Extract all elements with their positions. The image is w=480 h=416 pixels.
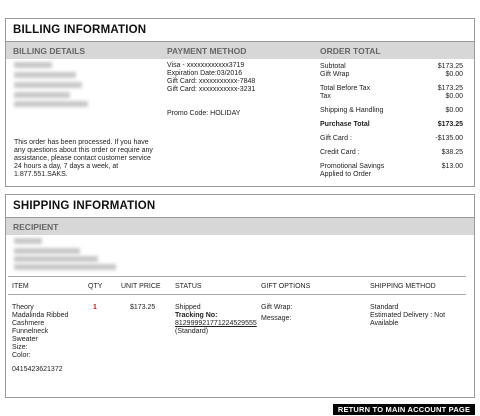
item-sku: 0415423621372 bbox=[12, 366, 63, 373]
giftcard-payment-value: -$135.00 bbox=[435, 135, 463, 142]
col-gift-options: GIFT OPTIONS bbox=[261, 283, 311, 290]
item-brand: Theory bbox=[12, 304, 34, 311]
col-unit-price: UNIT PRICE bbox=[121, 283, 161, 290]
order-notice-line: This order has been processed. If you ha… bbox=[14, 139, 149, 146]
col-status: STATUS bbox=[175, 283, 202, 290]
payment-giftcard-1: Gift Card: xxxxxxxxxxx-7848 bbox=[167, 78, 256, 85]
col-shipping-method: SHIPPING METHOD bbox=[370, 283, 436, 290]
item-name-line: Funnelneck bbox=[12, 328, 49, 335]
shipping-panel: SHIPPING INFORMATION RECIPIENT bbox=[5, 194, 475, 398]
estimated-delivery-cont: Available bbox=[370, 320, 399, 327]
creditcard-payment-label: Credit Card : bbox=[320, 149, 360, 156]
tax-label: Tax bbox=[320, 93, 331, 100]
payment-visa: Visa - xxxxxxxxxxxx3719 bbox=[167, 62, 245, 69]
subtotal-value: $173.25 bbox=[437, 63, 463, 70]
item-name-line: Madalinda Ribbed bbox=[12, 312, 69, 319]
item-name-line: Sweater bbox=[12, 336, 38, 343]
billing-subheader: BILLING DETAILS PAYMENT METHOD ORDER TOT… bbox=[6, 42, 474, 59]
tracking-type: (Standard) bbox=[175, 328, 209, 335]
item-unit-price: $173.25 bbox=[130, 304, 156, 311]
shipping-title: SHIPPING INFORMATION bbox=[6, 195, 474, 218]
return-to-account-button[interactable]: RETURN TO MAIN ACCOUNT PAGE bbox=[333, 404, 475, 415]
estimated-delivery: Estimated Delivery : Not bbox=[370, 312, 446, 319]
before-tax-label: Total Before Tax bbox=[320, 85, 371, 92]
items-table-header-rule bbox=[8, 294, 466, 295]
before-tax-value: $173.25 bbox=[437, 85, 463, 92]
giftcard-payment-label: Gift Card : bbox=[320, 135, 352, 142]
col-item: ITEM bbox=[12, 283, 29, 290]
promo-savings-value: $13.00 bbox=[441, 163, 463, 170]
order-notice-line: any questions about this order or requir… bbox=[14, 147, 153, 154]
order-notice-line: assistance, please contact customer serv… bbox=[14, 155, 151, 162]
gift-wrap-label: Gift Wrap: bbox=[261, 304, 293, 311]
promo-code: Promo Code: HOLIDAY bbox=[167, 110, 241, 117]
billing-title: BILLING INFORMATION bbox=[6, 19, 474, 42]
item-qty: 1 bbox=[93, 304, 97, 311]
payment-method-heading: PAYMENT METHOD bbox=[167, 46, 247, 56]
giftwrap-label: Gift Wrap bbox=[320, 71, 350, 78]
tracking-number-link[interactable]: 812999921771224529555 bbox=[175, 320, 257, 328]
payment-giftcard-2: Gift Card: xxxxxxxxxxx-3231 bbox=[167, 86, 256, 93]
gift-message-label: Message: bbox=[261, 315, 292, 322]
purchase-total-value: $173.25 bbox=[437, 121, 463, 128]
subtotal-label: Subtotal bbox=[320, 63, 346, 70]
payment-expiration: Expiration Date:03/2016 bbox=[167, 70, 243, 77]
items-table-top-rule bbox=[8, 276, 466, 277]
tracking-label: Tracking No: bbox=[175, 312, 218, 319]
creditcard-payment-value: $38.25 bbox=[441, 149, 463, 156]
tax-value: $0.00 bbox=[445, 93, 463, 100]
giftwrap-value: $0.00 bbox=[445, 71, 463, 78]
order-notice-line: 24 hours a day, 7 days a week, at bbox=[14, 163, 119, 170]
purchase-total-label: Purchase Total bbox=[320, 121, 370, 128]
col-qty: QTY bbox=[88, 283, 103, 290]
item-size: Size: bbox=[12, 344, 28, 351]
item-status: Shipped bbox=[175, 304, 201, 311]
shipping-subheader: RECIPIENT bbox=[6, 218, 474, 235]
customer-service-phone: 1.877.551.SAKS. bbox=[14, 171, 68, 178]
item-color: Color: bbox=[12, 352, 31, 359]
shipping-handling-label: Shipping & Handling bbox=[320, 107, 384, 114]
billing-details-heading: BILLING DETAILS bbox=[13, 46, 86, 56]
shipping-method-value: Standard bbox=[370, 304, 399, 311]
promo-savings-label: Promotional Savings bbox=[320, 163, 385, 170]
order-total-heading: ORDER TOTAL bbox=[320, 46, 381, 56]
recipient-heading: RECIPIENT bbox=[13, 222, 59, 232]
item-name-line: Cashmere bbox=[12, 320, 45, 327]
promo-savings-label-2: Applied to Order bbox=[320, 171, 371, 178]
shipping-handling-value: $0.00 bbox=[445, 107, 463, 114]
